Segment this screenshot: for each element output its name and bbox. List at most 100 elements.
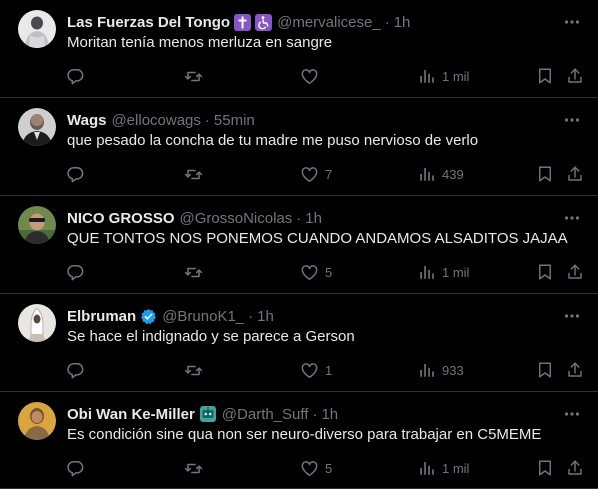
retweet-button[interactable] <box>184 64 209 88</box>
tweet-actions: 5 1 mil <box>0 260 598 284</box>
bookmark-icon <box>539 68 551 84</box>
tweet[interactable]: Wags @ellocowags · 55min que pesado la c… <box>0 98 598 196</box>
tweet-header: NICO GROSSO @GrossoNicolas · 1h <box>67 208 322 228</box>
user-handle[interactable]: @BrunoK1_ <box>162 308 244 325</box>
reply-button[interactable] <box>66 260 91 284</box>
share-button[interactable] <box>566 162 584 186</box>
timestamp[interactable]: 1h <box>394 14 411 31</box>
tweet-header: Obi Wan Ke-Miller @Darth_Suff · 1h <box>67 404 338 424</box>
share-icon <box>568 362 582 377</box>
display-name[interactable]: Las Fuerzas Del Tongo <box>67 14 230 31</box>
display-name[interactable]: Obi Wan Ke-Miller <box>67 406 195 423</box>
like-count: 5 <box>325 460 333 476</box>
user-handle[interactable]: @ellocowags <box>111 112 200 129</box>
share-button[interactable] <box>566 358 584 382</box>
tweet-header: Wags @ellocowags · 55min <box>67 110 255 130</box>
views-button[interactable]: 933 <box>418 358 464 382</box>
avatar[interactable] <box>18 108 56 146</box>
views-button[interactable]: 1 mil <box>418 456 469 480</box>
separator-dot: · <box>296 209 302 227</box>
view-count: 1 mil <box>442 68 470 84</box>
retweet-icon <box>184 169 203 179</box>
view-count: 1 mil <box>442 460 470 476</box>
views-button[interactable]: 439 <box>418 162 464 186</box>
bookmark-button[interactable] <box>536 358 554 382</box>
more-options-icon[interactable] <box>562 404 582 424</box>
tweet-actions: 7 439 <box>0 162 598 186</box>
avatar[interactable] <box>18 402 56 440</box>
timestamp[interactable]: 1h <box>321 406 338 423</box>
avatar[interactable] <box>18 206 56 244</box>
views-chart-icon <box>420 266 434 279</box>
user-handle[interactable]: @Darth_Suff <box>222 406 309 423</box>
views-button[interactable]: 1 mil <box>418 64 469 88</box>
reply-button[interactable] <box>66 456 91 480</box>
bookmark-icon <box>539 264 551 280</box>
bookmark-button[interactable] <box>536 456 554 480</box>
separator-dot: · <box>312 405 318 423</box>
bookmark-icon <box>539 362 551 378</box>
bookmark-button[interactable] <box>536 64 554 88</box>
more-options-icon[interactable] <box>562 208 582 228</box>
tweet-text: QUE TONTOS NOS PONEMOS CUANDO ANDAMOS AL… <box>67 230 568 247</box>
retweet-button[interactable] <box>184 456 209 480</box>
more-options-icon[interactable] <box>562 110 582 130</box>
separator-dot: · <box>204 111 210 129</box>
separator-dot: · <box>384 13 390 31</box>
bookmark-icon <box>539 460 551 476</box>
timestamp[interactable]: 1h <box>257 308 274 325</box>
tweet-text: Es condición sine qua non ser neuro-dive… <box>67 426 542 443</box>
timestamp[interactable]: 1h <box>305 210 322 227</box>
tweet[interactable]: Las Fuerzas Del Tongo @mervalicese_ · 1h… <box>0 0 598 98</box>
verified-badge-icon <box>140 308 157 325</box>
like-button[interactable] <box>300 64 325 88</box>
heart-icon <box>301 166 318 182</box>
views-chart-icon <box>420 462 434 475</box>
share-icon <box>568 264 582 279</box>
display-name[interactable]: Elbruman <box>67 308 136 325</box>
reply-button[interactable] <box>66 162 91 186</box>
user-handle[interactable]: @GrossoNicolas <box>180 210 293 227</box>
display-name[interactable]: NICO GROSSO <box>67 210 175 227</box>
share-icon <box>568 460 582 475</box>
retweet-button[interactable] <box>184 260 209 284</box>
views-button[interactable]: 1 mil <box>418 260 469 284</box>
like-button[interactable]: 1 <box>300 358 332 382</box>
reply-icon <box>67 264 84 280</box>
like-button[interactable]: 5 <box>300 260 332 284</box>
like-count: 7 <box>325 166 333 182</box>
heart-icon <box>301 68 318 84</box>
tweet[interactable]: NICO GROSSO @GrossoNicolas · 1h QUE TONT… <box>0 196 598 294</box>
retweet-icon <box>184 71 203 81</box>
like-button[interactable]: 5 <box>300 456 332 480</box>
timestamp[interactable]: 55min <box>214 112 255 129</box>
reply-button[interactable] <box>66 64 91 88</box>
tweet-header: Las Fuerzas Del Tongo @mervalicese_ · 1h <box>67 12 410 32</box>
like-button[interactable]: 7 <box>300 162 332 186</box>
view-count: 933 <box>442 362 464 378</box>
display-name[interactable]: Wags <box>67 112 106 129</box>
views-chart-icon <box>420 70 434 83</box>
bookmark-button[interactable] <box>536 162 554 186</box>
reply-icon <box>67 68 84 84</box>
share-button[interactable] <box>566 456 584 480</box>
user-handle[interactable]: @mervalicese_ <box>277 14 381 31</box>
bookmark-button[interactable] <box>536 260 554 284</box>
tweet-actions: 1 933 <box>0 358 598 382</box>
retweet-button[interactable] <box>184 162 209 186</box>
share-button[interactable] <box>566 260 584 284</box>
robot-emoji <box>199 405 217 423</box>
more-options-icon[interactable] <box>562 12 582 32</box>
share-icon <box>568 68 582 83</box>
share-button[interactable] <box>566 64 584 88</box>
tweet[interactable]: Obi Wan Ke-Miller @Darth_Suff · 1h Es co… <box>0 392 598 489</box>
separator-dot: · <box>248 307 254 325</box>
tweet[interactable]: Elbruman @BrunoK1_ · 1h Se hace el indig… <box>0 294 598 392</box>
avatar[interactable] <box>18 304 56 342</box>
retweet-button[interactable] <box>184 358 209 382</box>
more-options-icon[interactable] <box>562 306 582 326</box>
tweet-text: que pesado la concha de tu madre me puso… <box>67 132 479 149</box>
avatar[interactable] <box>18 10 56 48</box>
reply-button[interactable] <box>66 358 91 382</box>
tweet-actions: 1 mil <box>0 64 598 88</box>
